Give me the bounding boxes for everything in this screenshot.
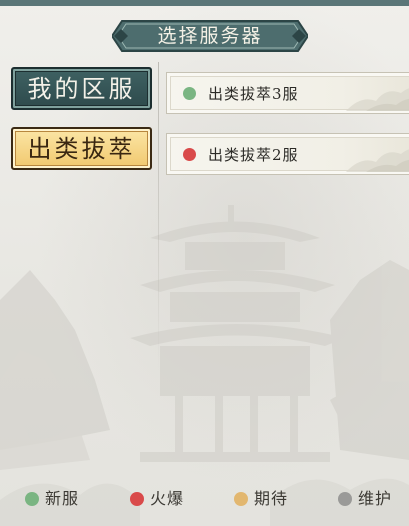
server-item-1[interactable]: 出类拔萃3服: [166, 72, 409, 114]
gray-dot-icon: [338, 492, 352, 506]
green-dot-icon: [25, 492, 39, 506]
ink-landscape-decoration: [346, 88, 409, 111]
server-item-2[interactable]: 出类拔萃2服: [166, 133, 409, 175]
legend-label: 维护: [358, 489, 393, 508]
server-name: 出类拔萃2服: [208, 146, 299, 164]
legend-label: 新服: [45, 489, 80, 508]
server-name: 出类拔萃3服: [208, 85, 299, 103]
column-divider: [158, 62, 159, 372]
legend-label: 期待: [254, 489, 289, 508]
server-select-panel: 选择服务器 我的区服 出类拔萃 出类拔萃3服 出类拔萃2服 新服 火爆 期待 维…: [0, 0, 409, 526]
tab-outstanding[interactable]: 出类拔萃: [11, 127, 152, 170]
page-title: 选择服务器: [157, 25, 263, 47]
tab-my-servers[interactable]: 我的区服: [11, 67, 152, 110]
legend-label: 火爆: [150, 489, 185, 508]
ink-landscape-decoration: [346, 149, 409, 172]
status-hot-icon: [183, 148, 196, 161]
red-dot-icon: [130, 492, 144, 506]
yellow-dot-icon: [234, 492, 248, 506]
status-legend: 新服 火爆 期待 维护: [0, 484, 409, 514]
title-banner: 选择服务器: [112, 19, 308, 53]
status-new-icon: [183, 87, 196, 100]
